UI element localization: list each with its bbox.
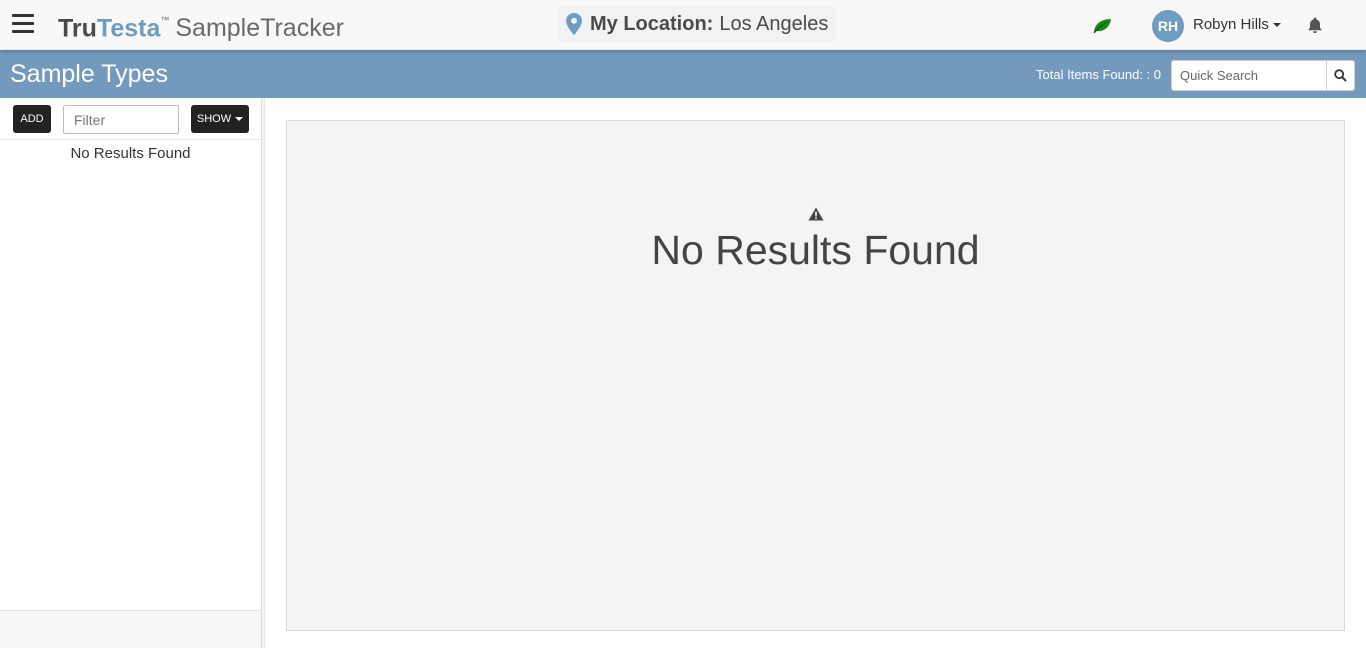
show-label: SHOW <box>196 113 232 125</box>
user-name: Robyn Hills <box>1193 16 1269 33</box>
sidebar: ADD SHOW No Results Found <box>0 98 262 648</box>
search-icon <box>1334 69 1347 82</box>
filter-input[interactable] <box>63 105 179 134</box>
add-button[interactable]: ADD <box>13 105 51 133</box>
menu-icon[interactable] <box>12 14 34 34</box>
leaf-icon[interactable] <box>1092 17 1112 35</box>
search-button[interactable] <box>1326 60 1355 91</box>
empty-state-message: No Results Found <box>651 227 980 273</box>
top-navbar: TruTesta™ SampleTracker My Location: Los … <box>0 0 1366 50</box>
main-panel: No Results Found <box>286 120 1345 631</box>
map-pin-icon <box>566 13 582 35</box>
sidebar-resize-handle[interactable] <box>262 98 265 648</box>
quick-search-input[interactable] <box>1171 60 1327 91</box>
brand-trademark: ™ <box>160 15 170 25</box>
brand-testa: Testa <box>96 14 161 43</box>
app-name: SampleTracker <box>175 14 344 43</box>
chevron-down-icon <box>1272 23 1281 28</box>
page-title: Sample Types <box>10 60 168 88</box>
bell-icon[interactable] <box>1306 16 1324 34</box>
avatar[interactable]: RH <box>1152 10 1184 42</box>
user-menu[interactable]: Robyn Hills <box>1193 16 1281 33</box>
sidebar-empty-message: No Results Found <box>70 145 191 162</box>
brand-tru: Tru <box>58 14 97 43</box>
sidebar-footer <box>0 610 261 648</box>
page-header: Sample Types Total Items Found: : 0 <box>0 50 1366 98</box>
show-dropdown-button[interactable]: SHOW <box>191 105 249 133</box>
location-label: My Location: <box>590 12 714 35</box>
location-selector[interactable]: My Location: Los Angeles <box>558 6 837 42</box>
sidebar-divider <box>0 139 261 140</box>
location-value: Los Angeles <box>719 12 829 35</box>
warning-icon <box>808 207 824 221</box>
brand-logo[interactable]: TruTesta™ SampleTracker <box>58 9 344 43</box>
chevron-down-icon <box>235 117 244 121</box>
total-items-count: Total Items Found: : 0 <box>1036 67 1162 82</box>
